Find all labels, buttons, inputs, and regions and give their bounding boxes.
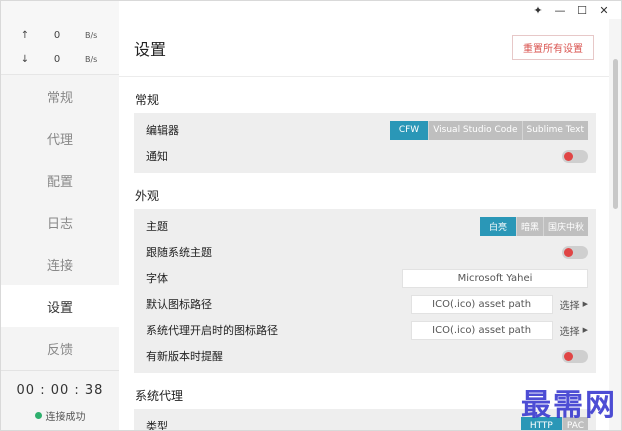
- theme-option-dark[interactable]: 暗黑: [516, 216, 544, 236]
- theme-option-light[interactable]: 白亮: [479, 216, 517, 236]
- editor-selector: CFW Visual Studio Code Sublime Text: [389, 120, 588, 140]
- upload-unit: B/s: [85, 30, 98, 40]
- proxy-icon-path-input[interactable]: ICO(.ico) asset path: [410, 320, 553, 340]
- page-header: 设置 重置所有设置: [119, 19, 609, 77]
- minimize-icon[interactable]: —: [549, 2, 571, 18]
- upload-speed: ↑ 0 B/s: [1, 23, 119, 47]
- update-notify-label: 有新版本时提醒: [146, 350, 223, 363]
- notify-row: 通知: [134, 143, 596, 169]
- theme-row: 主题 白亮 暗黑 国庆中秋: [134, 213, 596, 239]
- editor-label: 编辑器: [146, 124, 179, 137]
- appearance-panel: 主题 白亮 暗黑 国庆中秋 跟随系统主题 字体 Microsoft Yahei …: [134, 209, 596, 373]
- upload-value: 0: [53, 29, 61, 41]
- status-dot-icon: [34, 412, 42, 419]
- choose-label: 选择: [559, 300, 580, 312]
- caret-right-icon: ▶: [582, 326, 588, 334]
- section-title-general: 常规: [135, 93, 160, 107]
- reset-all-settings-button[interactable]: 重置所有设置: [512, 35, 594, 60]
- editor-option-sublime[interactable]: Sublime Text: [522, 120, 588, 140]
- proxy-icon-label: 系统代理开启时的图标路径: [146, 324, 278, 337]
- theme-option-festival[interactable]: 国庆中秋: [543, 216, 588, 236]
- pin-icon[interactable]: ✦: [527, 2, 549, 18]
- connection-status: 连接成功: [1, 408, 119, 423]
- font-input[interactable]: Microsoft Yahei: [402, 268, 588, 288]
- default-icon-choose-button[interactable]: 选择 ▶: [560, 297, 588, 312]
- sidebar-item-settings[interactable]: 设置: [1, 285, 119, 327]
- proxy-icon-row: 系统代理开启时的图标路径 ICO(.ico) asset path 选择 ▶: [134, 317, 596, 343]
- toggle-knob: [564, 351, 573, 361]
- connection-status-label: 连接成功: [45, 412, 86, 423]
- editor-option-vscode[interactable]: Visual Studio Code: [429, 120, 523, 140]
- default-icon-label: 默认图标路径: [146, 298, 212, 311]
- page-title: 设置: [134, 39, 167, 59]
- watermark-logo: 最需网: [521, 388, 617, 423]
- theme-label: 主题: [146, 220, 168, 233]
- uptime-timer: 00 : 00 : 38: [16, 383, 104, 398]
- font-row: 字体 Microsoft Yahei: [134, 265, 596, 291]
- follow-system-theme-label: 跟随系统主题: [146, 246, 212, 259]
- caret-right-icon: ▶: [582, 300, 588, 308]
- toggle-knob: [564, 247, 573, 257]
- speed-panel: ↑ 0 B/s ↓ 0 B/s: [1, 1, 119, 75]
- sidebar-item-profiles[interactable]: 配置: [1, 159, 119, 201]
- sidebar-item-logs[interactable]: 日志: [1, 201, 119, 243]
- title-bar: ✦ — ☐ ✕: [119, 1, 621, 19]
- notify-toggle[interactable]: [562, 149, 588, 163]
- sidebar-footer: 00 : 00 : 38 连接成功: [1, 370, 119, 430]
- toggle-knob: [564, 151, 573, 161]
- update-notify-toggle[interactable]: [562, 349, 588, 363]
- default-icon-path-group: ICO(.ico) asset path 选择 ▶: [410, 294, 588, 314]
- close-icon[interactable]: ✕: [593, 2, 615, 18]
- upload-arrow-icon: ↑: [20, 29, 30, 41]
- scrollbar-thumb[interactable]: [613, 59, 618, 209]
- sidebar-item-general[interactable]: 常规: [1, 75, 119, 117]
- editor-option-cfw[interactable]: CFW: [389, 120, 430, 140]
- sidebar: ↑ 0 B/s ↓ 0 B/s 常规 代理 配置 日志 连接 设置 反馈 00 …: [1, 1, 119, 430]
- settings-page: 设置 重置所有设置 常规 编辑器 CFW Visual Studio Code …: [119, 19, 609, 430]
- general-panel: 编辑器 CFW Visual Studio Code Sublime Text …: [134, 113, 596, 173]
- download-unit: B/s: [85, 54, 98, 64]
- app-window: ↑ 0 B/s ↓ 0 B/s 常规 代理 配置 日志 连接 设置 反馈 00 …: [0, 0, 622, 431]
- download-arrow-icon: ↓: [20, 53, 30, 65]
- default-icon-row: 默认图标路径 ICO(.ico) asset path 选择 ▶: [134, 291, 596, 317]
- sidebar-item-connections[interactable]: 连接: [1, 243, 119, 285]
- notify-label: 通知: [146, 150, 168, 163]
- maximize-icon[interactable]: ☐: [571, 2, 593, 18]
- sidebar-item-feedback[interactable]: 反馈: [1, 327, 119, 369]
- follow-system-theme-toggle[interactable]: [562, 245, 588, 259]
- section-title-appearance: 外观: [135, 189, 160, 203]
- download-value: 0: [53, 53, 61, 65]
- proxy-icon-path-group: ICO(.ico) asset path 选择 ▶: [410, 320, 588, 340]
- proxy-type-label: 类型: [146, 420, 168, 431]
- default-icon-path-input[interactable]: ICO(.ico) asset path: [410, 294, 553, 314]
- sidebar-item-proxies[interactable]: 代理: [1, 117, 119, 159]
- theme-selector: 白亮 暗黑 国庆中秋: [479, 216, 588, 236]
- editor-row: 编辑器 CFW Visual Studio Code Sublime Text: [134, 117, 596, 143]
- download-speed: ↓ 0 B/s: [1, 47, 119, 71]
- choose-label: 选择: [559, 326, 580, 338]
- font-label: 字体: [146, 272, 168, 285]
- update-notify-row: 有新版本时提醒: [134, 343, 596, 369]
- vertical-scrollbar[interactable]: [609, 19, 621, 430]
- follow-system-theme-row: 跟随系统主题: [134, 239, 596, 265]
- proxy-icon-choose-button[interactable]: 选择 ▶: [560, 323, 588, 338]
